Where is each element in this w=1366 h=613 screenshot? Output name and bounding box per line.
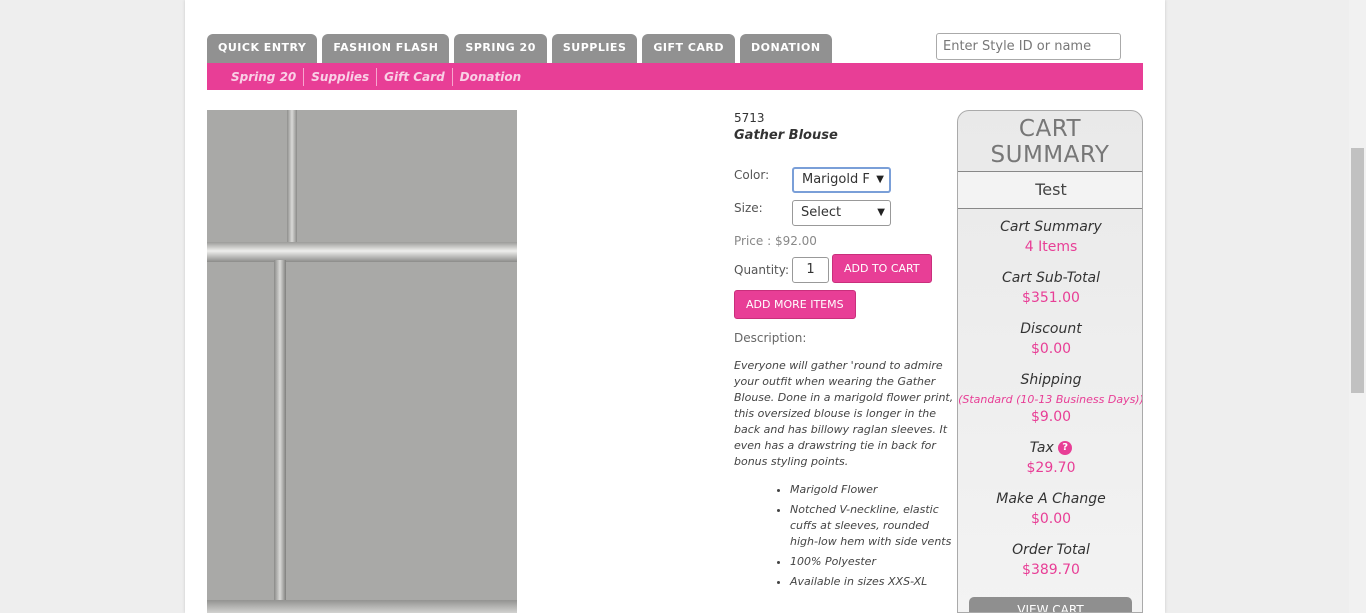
tax-row: Tax ?: [958, 438, 1142, 458]
discount-label: Discount: [1020, 321, 1082, 337]
page-scrollbar[interactable]: [1349, 0, 1366, 613]
cart-summary-title: CART SUMMARY: [990, 116, 1110, 168]
make-a-change-label: Make A Change: [996, 491, 1106, 507]
shipping-value: $9.00: [1030, 409, 1072, 425]
product-name: Gather Blouse: [734, 128, 838, 143]
sub-navigation: Spring 20 Supplies Gift Card Donation: [207, 63, 1143, 90]
tab-fashion-flash[interactable]: FASHION FLASH: [322, 34, 450, 63]
description-label: Description:: [734, 331, 807, 345]
size-label: Size:: [734, 201, 763, 215]
subtotal-label: Cart Sub-Total: [1001, 270, 1101, 286]
quantity-label: Quantity:: [734, 263, 790, 277]
subnav-spring-20[interactable]: Spring 20: [224, 68, 303, 86]
tab-gift-card[interactable]: GIFT CARD: [642, 34, 736, 63]
subnav-donation[interactable]: Donation: [451, 67, 528, 86]
list-item: 100% Polyester: [790, 554, 954, 570]
list-item: Available in sizes XXS-XL: [790, 574, 954, 590]
tab-supplies[interactable]: SUPPLIES: [551, 34, 638, 63]
cart-summary-panel: CART SUMMARY Test Cart Summary 4 Items C…: [957, 110, 1143, 613]
subnav-gift-card[interactable]: Gift Card: [376, 67, 452, 86]
style-search-input[interactable]: [936, 33, 1121, 60]
cart-summary-label: Cart Summary: [1000, 219, 1102, 235]
chevron-down-icon: ▼: [876, 174, 884, 185]
discount-value: $0.00: [1030, 341, 1072, 357]
chevron-down-icon: ▼: [877, 207, 885, 218]
list-item: Marigold Flower: [790, 482, 954, 498]
scrollbar-thumb[interactable]: [1351, 148, 1364, 393]
page-container: QUICK ENTRY FASHION FLASH SPRING 20 SUPP…: [185, 0, 1165, 613]
size-select[interactable]: Select ▼: [792, 200, 891, 226]
subnav-supplies[interactable]: Supplies: [303, 67, 376, 86]
tab-quick-entry[interactable]: QUICK ENTRY: [207, 34, 318, 63]
style-id: 5713: [734, 111, 765, 125]
help-icon[interactable]: ?: [1058, 441, 1073, 455]
add-more-items-button[interactable]: ADD MORE ITEMS: [734, 290, 856, 319]
size-select-value: Select: [801, 205, 842, 220]
order-total-value: $389.70: [1022, 562, 1080, 578]
make-a-change-value: $0.00: [1030, 511, 1072, 527]
cart-item-count: 4 Items: [1024, 239, 1078, 255]
main-tabs: QUICK ENTRY FASHION FLASH SPRING 20 SUPP…: [207, 34, 837, 63]
view-cart-button[interactable]: VIEW CART: [969, 597, 1132, 612]
color-label: Color:: [734, 168, 770, 182]
order-total-label: Order Total: [1012, 542, 1090, 558]
shipping-method: (Standard (10-13 Business Days)): [958, 393, 1143, 406]
product-price: Price : $92.00: [734, 234, 817, 248]
cart-totals: Cart Summary 4 Items Cart Sub-Total $351…: [958, 217, 1143, 591]
tax-label: Tax: [1029, 440, 1054, 456]
product-image: [207, 110, 517, 613]
feature-list: Marigold Flower Notched V-neckline, elas…: [774, 482, 954, 594]
add-to-cart-button[interactable]: ADD TO CART: [832, 254, 932, 283]
shipping-label: Shipping: [1020, 372, 1082, 388]
tab-donation[interactable]: DONATION: [740, 34, 832, 63]
product-description: Everyone will gather 'round to admire yo…: [734, 359, 954, 468]
color-select-value: Marigold F: [802, 172, 870, 187]
tab-spring-20[interactable]: SPRING 20: [454, 34, 547, 63]
tax-value: $29.70: [1026, 460, 1076, 476]
list-item: Notched V-neckline, elastic cuffs at sle…: [790, 502, 954, 550]
product-details: 5713 Gather Blouse Color: Marigold F ▼ S…: [734, 110, 954, 588]
cart-user-name: Test: [958, 171, 1142, 209]
subtotal-value: $351.00: [1022, 290, 1080, 306]
quantity-input[interactable]: 1: [792, 257, 829, 283]
color-select[interactable]: Marigold F ▼: [792, 167, 891, 193]
